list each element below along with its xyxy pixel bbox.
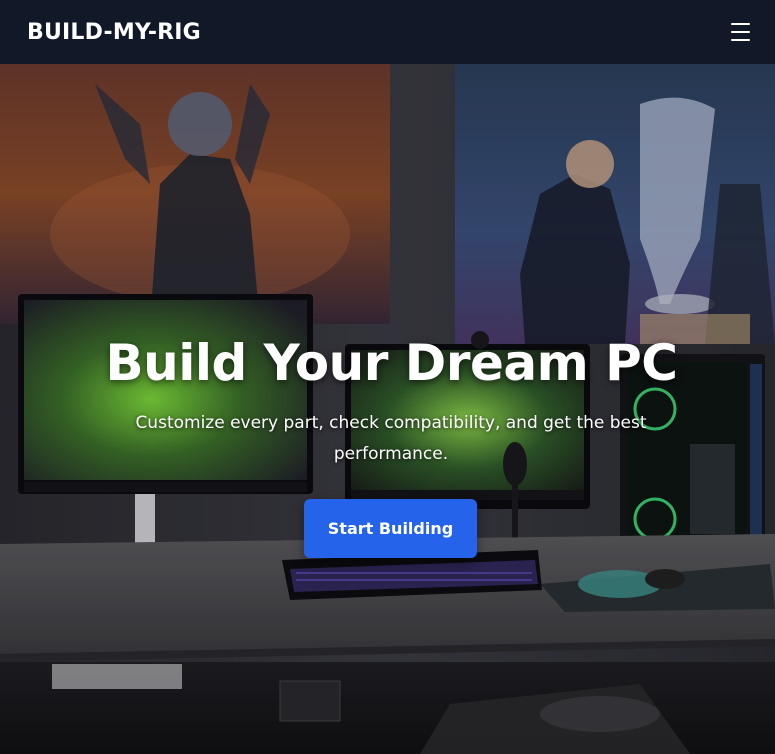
hero-title: Build Your Dream PC xyxy=(105,334,678,392)
hero-subtitle: Customize every part, check compatibilit… xyxy=(135,413,647,464)
hero-section: Build Your Dream PC Customize every part… xyxy=(0,64,775,754)
start-building-button[interactable]: Start Building xyxy=(304,499,477,558)
navbar: BUILD-MY-RIG xyxy=(0,0,775,64)
hero-content: Build Your Dream PC Customize every part… xyxy=(0,64,775,754)
brand-logo[interactable]: BUILD-MY-RIG xyxy=(27,20,201,45)
hamburger-menu-icon[interactable] xyxy=(731,23,751,41)
